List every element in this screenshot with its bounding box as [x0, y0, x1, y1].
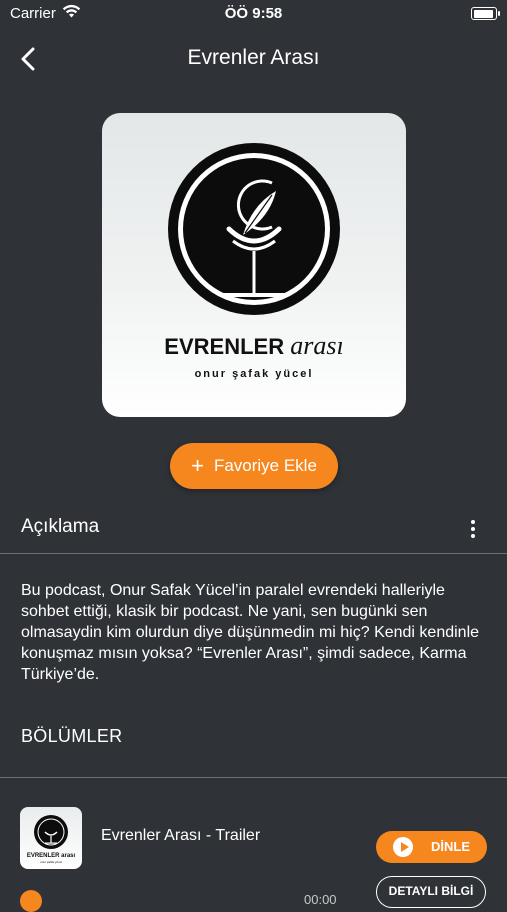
podcast-logo: EVRENLER arası onur şafak yücel	[164, 143, 344, 380]
description-heading: Açıklama	[21, 516, 100, 537]
play-icon	[393, 837, 413, 857]
plus-icon: +	[191, 453, 204, 478]
episodes-heading: BÖLÜMLER	[21, 726, 123, 746]
detail-button[interactable]: DETAYLI BİLGİ	[376, 876, 486, 908]
listen-button[interactable]: DİNLE	[376, 831, 487, 863]
clock: ÖÖ 9:58	[224, 5, 283, 22]
episode-thumbnail[interactable]: EVRENLER arası onur şafak yücel	[20, 807, 82, 869]
divider	[0, 777, 507, 778]
add-favorite-label: Favoriye Ekle	[213, 456, 317, 475]
add-favorite-button[interactable]: + Favoriye Ekle	[170, 443, 338, 489]
episode-logo: EVRENLER arası onur şafak yücel	[27, 815, 76, 864]
progress-indicator[interactable]	[20, 890, 42, 912]
listen-label: DİNLE	[431, 839, 470, 854]
episode-title[interactable]: Evrenler Arası - Trailer	[101, 827, 260, 845]
svg-text:EVRENLER arası: EVRENLER arası	[27, 853, 76, 859]
logo-wordmark: EVRENLER arası	[164, 331, 343, 360]
logo-subtitle: onur şafak yücel	[195, 368, 314, 380]
battery-icon	[471, 7, 500, 20]
status-bar: Carrier ÖÖ 9:58	[0, 0, 507, 28]
more-vertical-icon[interactable]	[465, 517, 481, 541]
page-title: Evrenler Arası	[187, 46, 320, 69]
nav-bar: Evrenler Arası	[0, 36, 507, 84]
podcast-cover: EVRENLER arası onur şafak yücel	[102, 113, 406, 417]
divider	[0, 553, 507, 554]
svg-text:onur şafak yücel: onur şafak yücel	[40, 860, 62, 864]
description-text: Bu podcast, Onur Safak Yücel’in paralel …	[21, 582, 480, 683]
